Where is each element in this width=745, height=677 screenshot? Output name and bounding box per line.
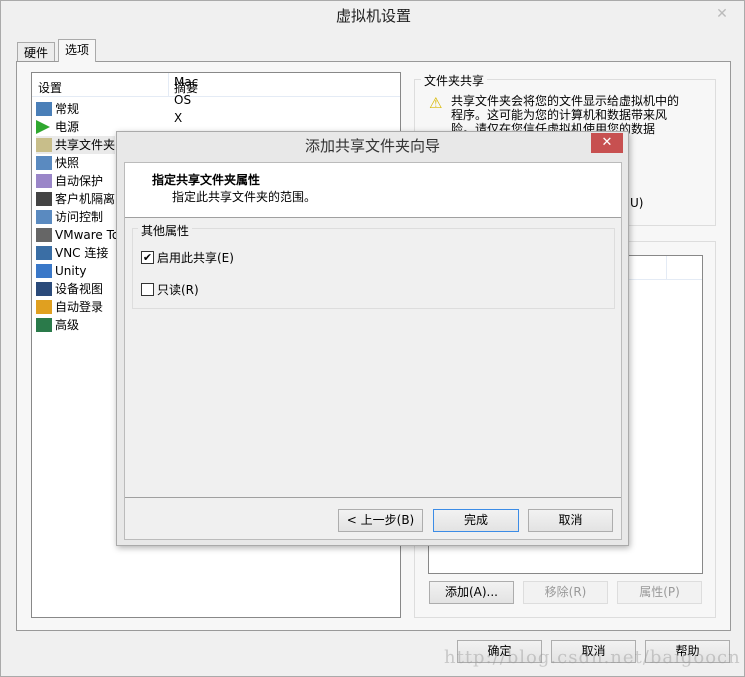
dialog-title: 添加共享文件夹向导: [304, 137, 440, 155]
warning-text: 共享文件夹会将您的文件显示给虚拟机中的程序。这可能为您的计算机和数据带来风险。请…: [451, 94, 680, 136]
settings-item-label: 快照: [55, 156, 80, 170]
snapshot-icon: [36, 156, 52, 170]
device-view-icon: [36, 282, 52, 296]
settings-item-label: VNC 连接: [55, 246, 109, 260]
back-button[interactable]: < 上一步(B): [338, 509, 423, 532]
dialog-close-button[interactable]: ✕: [591, 133, 623, 153]
autoprotect-icon: [36, 174, 52, 188]
settings-item-label: VMware To: [55, 228, 120, 242]
settings-item-label: 客户机隔离: [55, 192, 116, 206]
settings-item[interactable]: 共享文件夹: [36, 136, 116, 154]
settings-item[interactable]: 快照: [36, 154, 79, 172]
wizard-cancel-button[interactable]: 取消: [528, 509, 613, 532]
checkbox-label: 只读(R): [157, 283, 199, 297]
tab-options[interactable]: 选项: [58, 39, 97, 62]
advanced-icon: [36, 318, 52, 332]
settings-item[interactable]: Unity: [36, 262, 87, 280]
settings-item[interactable]: 客户机隔离: [36, 190, 115, 208]
folder-icon: [36, 138, 52, 152]
folder-sharing-title: 文件夹共享: [421, 72, 488, 89]
settings-item-label: 自动保护: [55, 174, 104, 188]
settings-item-label: 共享文件夹: [55, 138, 116, 152]
settings-item[interactable]: 访问控制: [36, 208, 103, 226]
window-close-button[interactable]: ✕: [707, 5, 737, 23]
partial-option: U): [630, 196, 644, 210]
settings-item-label: 自动登录: [55, 300, 104, 314]
remove-folder-button[interactable]: 移除(R): [523, 581, 608, 604]
checkbox-icon[interactable]: ✔: [141, 251, 154, 264]
settings-item[interactable]: 自动登录: [36, 298, 103, 316]
checkbox-label: 启用此共享(E): [157, 251, 234, 265]
other-properties-group: 其他属性 ✔ 启用此共享(E) 只读(R): [132, 222, 615, 309]
wizard-heading: 指定共享文件夹属性: [152, 173, 261, 187]
settings-item-label: 电源: [55, 120, 80, 134]
warning-icon: ⚠: [429, 94, 443, 112]
wizard-subheading: 指定此共享文件夹的范围。: [172, 190, 317, 204]
add-shared-folder-wizard: 添加共享文件夹向导 ✕ 指定共享文件夹属性 指定此共享文件夹的范围。 其他属性 …: [116, 131, 629, 546]
finish-button[interactable]: 完成: [433, 509, 519, 532]
tab-hardware[interactable]: 硬件: [17, 42, 56, 63]
read-only-checkbox[interactable]: 只读(R): [141, 281, 199, 298]
settings-item[interactable]: 高级: [36, 316, 79, 334]
enable-share-checkbox[interactable]: ✔ 启用此共享(E): [141, 249, 234, 266]
watermark: http://blog.csdn.net/baigoocn: [444, 647, 741, 668]
vmware-icon: [36, 228, 52, 242]
unity-icon: [36, 264, 52, 278]
group-title: 其他属性: [138, 222, 193, 239]
settings-item-label: 常规: [55, 102, 80, 116]
header-setting: 设置: [38, 81, 63, 95]
settings-item-label: Unity: [55, 264, 87, 278]
window-title: 虚拟机设置: [335, 7, 411, 25]
settings-item-label: 设备视图: [55, 282, 104, 296]
settings-item[interactable]: VNC 连接: [36, 244, 108, 262]
wizard-header: 指定共享文件夹属性 指定此共享文件夹的范围。: [125, 163, 621, 218]
checkbox-icon[interactable]: [141, 283, 154, 296]
settings-item[interactable]: 电源: [36, 118, 79, 136]
settings-item[interactable]: 自动保护: [36, 172, 103, 190]
settings-item[interactable]: 常规Mac OS X 10.9: [36, 75, 201, 143]
access-control-icon: [36, 210, 52, 224]
autologin-icon: [36, 300, 52, 314]
settings-item[interactable]: VMware To: [36, 226, 119, 244]
settings-item-label: 高级: [55, 318, 80, 332]
lock-icon: [36, 192, 52, 206]
settings-item[interactable]: 设备视图: [36, 280, 103, 298]
settings-item-label: 访问控制: [55, 210, 104, 224]
vnc-icon: [36, 246, 52, 260]
list-header: 设置 摘要: [32, 73, 400, 97]
add-folder-button[interactable]: 添加(A)...: [429, 581, 514, 604]
folder-properties-button[interactable]: 属性(P): [617, 581, 702, 604]
monitor-icon: [36, 102, 52, 116]
play-icon: [36, 120, 50, 134]
